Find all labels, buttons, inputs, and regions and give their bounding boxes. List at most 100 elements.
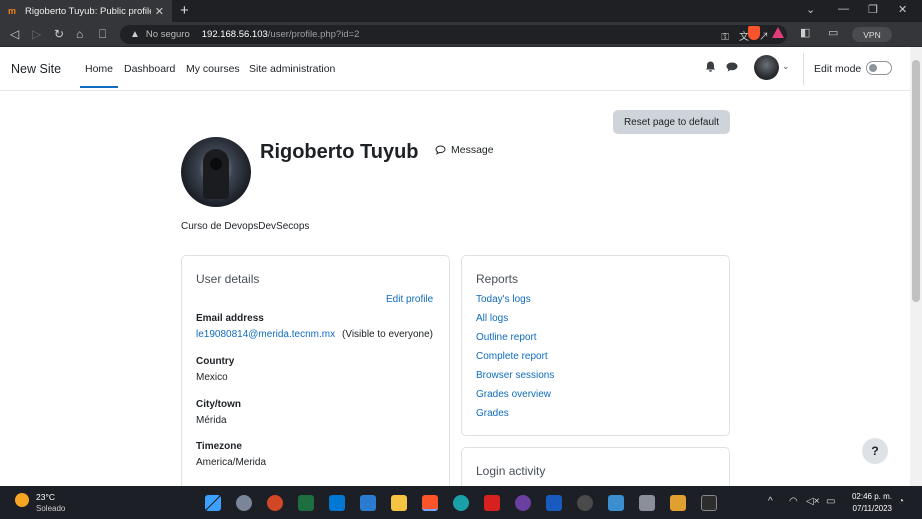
email-link[interactable]: le19080814@merida.tecnm.mx bbox=[196, 329, 335, 340]
report-link-todays-logs[interactable]: Today's logs bbox=[476, 294, 531, 305]
help-label: ? bbox=[871, 444, 879, 458]
brave-shields-icon[interactable] bbox=[748, 26, 760, 40]
nav-home[interactable]: Home bbox=[80, 63, 119, 88]
profile-picture-face bbox=[210, 158, 222, 170]
report-link-grades-overview[interactable]: Grades overview bbox=[476, 389, 551, 400]
word-icon[interactable] bbox=[546, 495, 562, 511]
notifications-icon[interactable]: ◔ bbox=[898, 496, 904, 507]
messages-chat-icon[interactable] bbox=[726, 62, 738, 72]
site-brand[interactable]: New Site bbox=[11, 62, 61, 76]
email-visibility: (Visible to everyone) bbox=[342, 329, 433, 340]
windows-taskbar: 23°C Soleado ^ ◠ ◁× ▭ 02:46 p. m. 07/11/… bbox=[0, 486, 922, 519]
timezone-value: America/Merida bbox=[196, 457, 267, 468]
edit-mode-toggle[interactable] bbox=[866, 61, 892, 75]
edit-profile-link[interactable]: Edit profile bbox=[386, 294, 433, 305]
restore-icon[interactable]: ❐ bbox=[868, 3, 878, 16]
mail-icon[interactable] bbox=[360, 495, 376, 511]
city-label: City/town bbox=[196, 399, 241, 410]
message-icon[interactable] bbox=[435, 145, 446, 155]
report-link-browser-sessions[interactable]: Browser sessions bbox=[476, 370, 554, 381]
edit-mode-label: Edit mode bbox=[814, 63, 862, 75]
nav-my-courses[interactable]: My courses bbox=[186, 63, 240, 75]
clock-time[interactable]: 02:46 p. m. bbox=[848, 492, 892, 501]
settings-gear-icon[interactable] bbox=[236, 495, 252, 511]
profile-name: Rigoberto Tuyub bbox=[260, 141, 419, 163]
brave-browser-icon[interactable] bbox=[422, 495, 438, 511]
report-link-outline[interactable]: Outline report bbox=[476, 332, 537, 343]
address-bar[interactable]: ▲ No seguro 192.168.56.103 /user/profile… bbox=[120, 25, 787, 44]
minimize-icon[interactable]: — bbox=[838, 3, 849, 15]
bookmark-icon[interactable]: ⎕ bbox=[99, 27, 106, 42]
app-icon[interactable] bbox=[670, 495, 686, 511]
site-navbar: New Site Home Dashboard My courses Site … bbox=[0, 47, 910, 91]
battery-icon[interactable]: ▭ bbox=[826, 496, 835, 507]
wifi-icon[interactable]: ◠ bbox=[789, 496, 798, 507]
close-tab-icon[interactable]: ✕ bbox=[155, 5, 164, 18]
city-value: Mérida bbox=[196, 415, 227, 426]
vpn-label: VPN bbox=[863, 29, 881, 40]
vpn-button[interactable]: VPN bbox=[852, 27, 892, 42]
tab-search-icon[interactable]: ⌄ bbox=[806, 3, 815, 16]
acrobat-icon[interactable] bbox=[484, 495, 500, 511]
email-label: Email address bbox=[196, 313, 264, 324]
toggle-knob bbox=[869, 64, 877, 72]
user-details-card: User details Edit profile Email address … bbox=[181, 255, 450, 495]
reports-title: Reports bbox=[476, 272, 519, 286]
forward-icon[interactable]: ▷ bbox=[32, 27, 41, 41]
start-windows-icon[interactable] bbox=[205, 495, 221, 511]
excel-icon[interactable] bbox=[298, 495, 314, 511]
powerpoint-icon[interactable] bbox=[267, 495, 283, 511]
weather-temperature[interactable]: 23°C bbox=[36, 492, 55, 502]
edge-browser-icon[interactable] bbox=[453, 495, 469, 511]
sun-weather-icon[interactable] bbox=[15, 493, 29, 507]
report-link-complete[interactable]: Complete report bbox=[476, 351, 548, 362]
user-menu-avatar[interactable] bbox=[754, 55, 779, 80]
user-details-title: User details bbox=[196, 272, 260, 286]
nav-dashboard[interactable]: Dashboard bbox=[124, 63, 175, 75]
volume-icon[interactable]: ◁× bbox=[806, 496, 820, 507]
home-icon[interactable]: ⌂ bbox=[76, 27, 83, 41]
report-link-all-logs[interactable]: All logs bbox=[476, 313, 508, 324]
message-button[interactable]: Message bbox=[451, 144, 494, 156]
close-window-icon[interactable]: ✕ bbox=[898, 3, 907, 16]
wordpad-icon[interactable] bbox=[577, 495, 593, 511]
terminal-icon[interactable] bbox=[701, 495, 717, 511]
virtualbox-icon[interactable] bbox=[639, 495, 655, 511]
reset-page-label: Reset page to default bbox=[623, 116, 720, 128]
wallet-icon[interactable]: ▭ bbox=[828, 26, 838, 39]
security-label: No seguro bbox=[145, 29, 190, 40]
login-activity-title: Login activity bbox=[476, 464, 546, 478]
page-scrollbar-thumb[interactable] bbox=[912, 60, 920, 302]
reports-card: Reports Today's logs All logs Outline re… bbox=[461, 255, 730, 436]
media-player-icon[interactable] bbox=[515, 495, 531, 511]
weather-condition[interactable]: Soleado bbox=[36, 504, 65, 513]
tab-title: Rigoberto Tuyub: Public profile | ... bbox=[25, 5, 151, 17]
warning-icon: ▲ bbox=[130, 29, 140, 40]
country-label: Country bbox=[196, 356, 235, 367]
file-explorer-icon[interactable] bbox=[391, 495, 407, 511]
reload-icon[interactable]: ↻ bbox=[54, 27, 64, 41]
notepad-icon[interactable] bbox=[608, 495, 624, 511]
chevron-down-icon[interactable]: ⌄ bbox=[782, 61, 790, 72]
moodle-favicon-icon: m bbox=[8, 5, 17, 16]
help-button[interactable]: ? bbox=[862, 438, 888, 464]
back-icon[interactable]: ◁ bbox=[10, 27, 19, 41]
url-path: /user/profile.php?id=2 bbox=[267, 29, 360, 40]
profile-picture bbox=[181, 137, 251, 207]
navbar-divider bbox=[803, 53, 804, 85]
browser-tabstrip: m Rigoberto Tuyub: Public profile | ... … bbox=[0, 0, 922, 22]
brave-rewards-icon[interactable] bbox=[772, 27, 784, 38]
reset-page-button[interactable]: Reset page to default bbox=[613, 110, 730, 134]
nav-site-administration[interactable]: Site administration bbox=[249, 63, 335, 75]
browser-tab[interactable]: m Rigoberto Tuyub: Public profile | ... … bbox=[0, 0, 172, 22]
vscode-icon[interactable] bbox=[329, 495, 345, 511]
report-link-grades[interactable]: Grades bbox=[476, 408, 509, 419]
notifications-bell-icon[interactable] bbox=[705, 61, 716, 72]
sidebar-icon[interactable]: ◧ bbox=[800, 26, 810, 39]
clock-date[interactable]: 07/11/2023 bbox=[846, 504, 892, 513]
profile-description: Curso de DevopsDevSecops bbox=[181, 221, 310, 232]
new-tab-button[interactable]: + bbox=[180, 2, 189, 19]
timezone-label: Timezone bbox=[196, 441, 242, 452]
tray-chevron-up-icon[interactable]: ^ bbox=[768, 496, 773, 507]
country-value: Mexico bbox=[196, 372, 228, 383]
